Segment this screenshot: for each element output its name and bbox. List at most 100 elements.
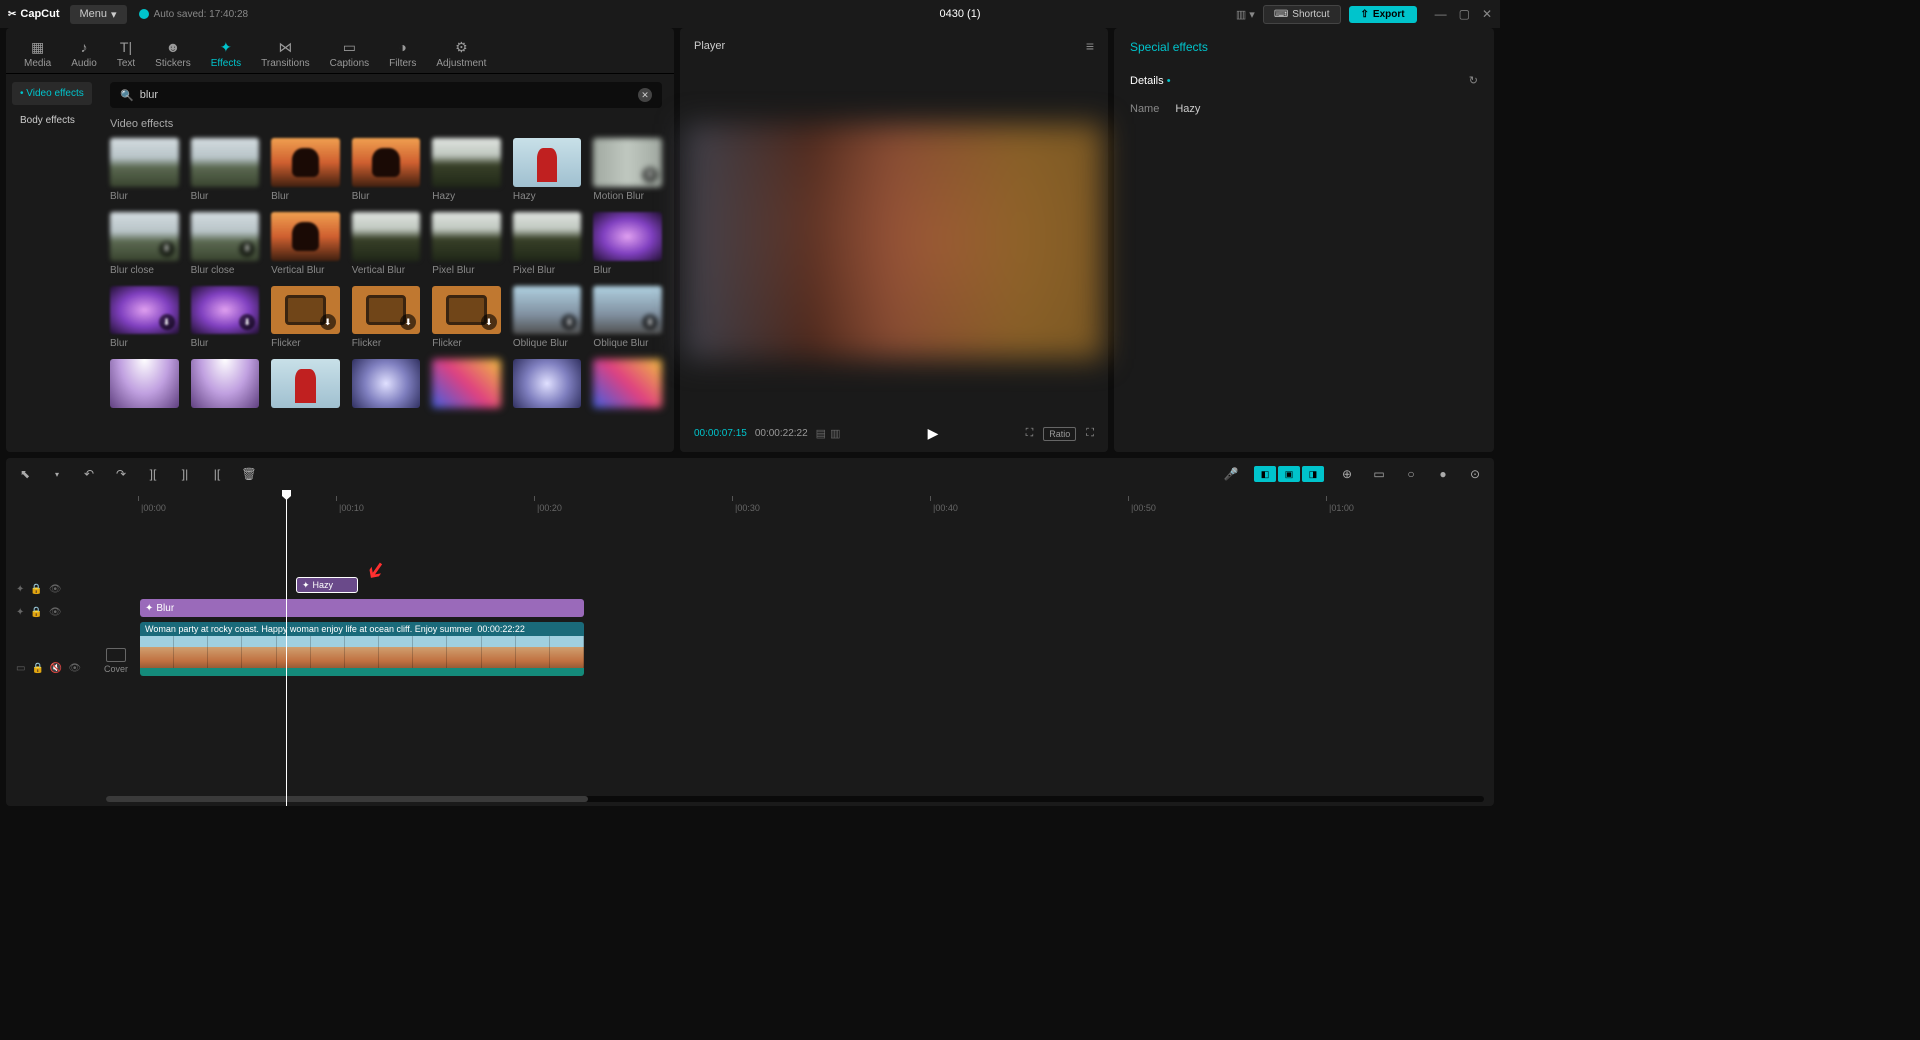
effect-blur-close[interactable]: ⬇Blur close bbox=[110, 212, 179, 276]
effect-vertical-blur[interactable]: Vertical Blur bbox=[271, 212, 340, 276]
close-button[interactable]: ✕ bbox=[1482, 7, 1492, 21]
effect-track-blur[interactable]: ✦ Blur bbox=[138, 597, 1494, 619]
reset-icon[interactable]: ↻ bbox=[1469, 74, 1478, 87]
effect-track-hazy[interactable]: ✦ Hazy ➔ bbox=[138, 574, 1494, 596]
name-label: Name bbox=[1130, 103, 1159, 115]
play-button[interactable]: ▶ bbox=[928, 425, 939, 442]
zoom-fit-icon[interactable]: ⊙ bbox=[1466, 467, 1484, 481]
effect-item[interactable] bbox=[352, 359, 421, 412]
tab-captions[interactable]: ▭Captions bbox=[324, 34, 375, 73]
blur-clip[interactable]: ✦ Blur bbox=[140, 599, 584, 617]
effect-item[interactable] bbox=[271, 359, 340, 412]
video-clip[interactable]: Woman party at rocky coast. Happy woman … bbox=[140, 622, 584, 676]
effect-item[interactable] bbox=[191, 359, 260, 412]
effect-oblique-blur[interactable]: ⬇Oblique Blur bbox=[593, 286, 662, 350]
tab-stickers[interactable]: ☻Stickers bbox=[149, 34, 197, 73]
effect-blur[interactable]: Blur bbox=[593, 212, 662, 276]
effect-vertical-blur[interactable]: Vertical Blur bbox=[352, 212, 421, 276]
tab-media[interactable]: ▦Media bbox=[18, 34, 57, 73]
eye-icon[interactable]: 👁 bbox=[49, 584, 62, 595]
effect-oblique-blur[interactable]: ⬇Oblique Blur bbox=[513, 286, 582, 350]
scan-icon[interactable]: ⛶ bbox=[1026, 427, 1034, 440]
search-icon: 🔍 bbox=[120, 89, 134, 102]
effect-hazy[interactable]: Hazy bbox=[432, 138, 501, 202]
total-time: 00:00:22:22 bbox=[755, 428, 808, 439]
magnet-1[interactable]: ◧ bbox=[1254, 466, 1276, 482]
tab-filters[interactable]: ◑Filters bbox=[383, 34, 422, 73]
magnet-3[interactable]: ◨ bbox=[1302, 466, 1324, 482]
effect-hazy[interactable]: Hazy bbox=[513, 138, 582, 202]
split-right-tool[interactable]: |​[ bbox=[208, 467, 226, 481]
effect-flicker[interactable]: ⬇Flicker bbox=[271, 286, 340, 350]
fullscreen-icon[interactable]: ⛶ bbox=[1086, 427, 1094, 440]
tab-audio[interactable]: ♪Audio bbox=[65, 34, 103, 73]
effect-blur[interactable]: ⬇Blur bbox=[110, 286, 179, 350]
timeline-ruler[interactable]: |00:00|00:10|00:20|00:30|00:40|00:50|01:… bbox=[138, 492, 1494, 512]
export-button[interactable]: ⇧ Export bbox=[1349, 6, 1417, 23]
track-icon[interactable]: ▭ bbox=[1370, 467, 1388, 481]
sidebar-item-video-effects[interactable]: Video effects bbox=[12, 82, 92, 105]
player-menu-icon[interactable]: ≡ bbox=[1086, 38, 1094, 54]
magnet-2[interactable]: ▣ bbox=[1278, 466, 1300, 482]
effect-flicker[interactable]: ⬇Flicker bbox=[352, 286, 421, 350]
effect-track-icon[interactable]: ✦ bbox=[16, 607, 24, 618]
menu-button[interactable]: Menu ▾ bbox=[70, 5, 127, 24]
minimize-button[interactable]: — bbox=[1435, 7, 1447, 21]
tab-text[interactable]: T|Text bbox=[111, 34, 141, 73]
sidebar-item-body-effects[interactable]: Body effects bbox=[12, 109, 92, 132]
video-track-icon[interactable]: ▭ bbox=[16, 663, 25, 674]
eye-icon[interactable]: 👁 bbox=[49, 607, 62, 618]
effect-track-icon[interactable]: ✦ bbox=[16, 584, 24, 595]
mute-icon[interactable]: 🔇 bbox=[50, 663, 62, 674]
pointer-tool[interactable]: ⬉ bbox=[16, 467, 34, 481]
split-tool[interactable]: ]​[ bbox=[144, 467, 162, 481]
search-box[interactable]: 🔍 ✕ bbox=[110, 82, 662, 108]
shortcut-button[interactable]: ⌨ Shortcut bbox=[1263, 5, 1341, 24]
align-icon[interactable]: ⊕ bbox=[1338, 467, 1356, 481]
mic-icon[interactable]: 🎤 bbox=[1222, 467, 1240, 481]
effect-motion-blur[interactable]: ⬇Motion Blur bbox=[593, 138, 662, 202]
redo-button[interactable]: ↷ bbox=[112, 467, 130, 481]
effect-icon: ✦ bbox=[145, 603, 153, 614]
playhead[interactable] bbox=[286, 490, 287, 806]
layout-icon[interactable]: ▥ ▾ bbox=[1236, 8, 1255, 21]
tab-adjustment[interactable]: ⚙Adjustment bbox=[430, 34, 492, 73]
maximize-button[interactable]: ▢ bbox=[1459, 7, 1470, 21]
eye-icon[interactable]: 👁 bbox=[68, 663, 81, 674]
clear-search-button[interactable]: ✕ bbox=[638, 88, 652, 102]
toggle-icon[interactable]: ● bbox=[1434, 467, 1452, 481]
pointer-dropdown[interactable]: ▾ bbox=[48, 470, 66, 479]
timeline-scrollbar[interactable] bbox=[106, 796, 1484, 802]
effect-blur[interactable]: Blur bbox=[271, 138, 340, 202]
search-input[interactable] bbox=[140, 89, 632, 101]
effect-pixel-blur[interactable]: Pixel Blur bbox=[513, 212, 582, 276]
effect-blur[interactable]: Blur bbox=[191, 138, 260, 202]
lock-icon[interactable]: 🔒 bbox=[30, 607, 42, 618]
effect-item[interactable] bbox=[110, 359, 179, 412]
tab-transitions[interactable]: ⋈Transitions bbox=[255, 34, 316, 73]
effect-flicker[interactable]: ⬇Flicker bbox=[432, 286, 501, 350]
effect-item[interactable] bbox=[593, 359, 662, 412]
split-left-tool[interactable]: ]​| bbox=[176, 467, 194, 481]
effect-item[interactable] bbox=[513, 359, 582, 412]
ratio-button[interactable]: Ratio bbox=[1043, 427, 1076, 441]
video-preview[interactable] bbox=[685, 124, 1103, 359]
list-icon[interactable]: ▤ bbox=[816, 427, 826, 440]
lock-icon[interactable]: 🔒 bbox=[30, 584, 42, 595]
list-icon-2[interactable]: ▥ bbox=[830, 427, 840, 440]
delete-button[interactable]: 🗑 bbox=[240, 467, 258, 481]
tab-effects[interactable]: ✦Effects bbox=[205, 34, 247, 73]
effect-blur[interactable]: Blur bbox=[352, 138, 421, 202]
effect-blur[interactable]: ⬇Blur bbox=[191, 286, 260, 350]
effect-blur[interactable]: Blur bbox=[110, 138, 179, 202]
lock-icon[interactable]: 🔒 bbox=[31, 663, 43, 674]
effect-item[interactable] bbox=[432, 359, 501, 412]
video-track[interactable]: Woman party at rocky coast. Happy woman … bbox=[138, 620, 1494, 678]
zoom-out-icon[interactable]: ○ bbox=[1402, 467, 1420, 481]
undo-button[interactable]: ↶ bbox=[80, 467, 98, 481]
hazy-clip[interactable]: ✦ Hazy bbox=[296, 577, 358, 593]
cover-button[interactable]: Cover bbox=[104, 648, 128, 674]
timeline[interactable]: ✦ 🔒 👁 ✦ 🔒 👁 ▭ 🔒 🔇 👁 Cover |00:00|00:10|0… bbox=[6, 490, 1494, 806]
effect-blur-close[interactable]: ⬇Blur close bbox=[191, 212, 260, 276]
effect-pixel-blur[interactable]: Pixel Blur bbox=[432, 212, 501, 276]
